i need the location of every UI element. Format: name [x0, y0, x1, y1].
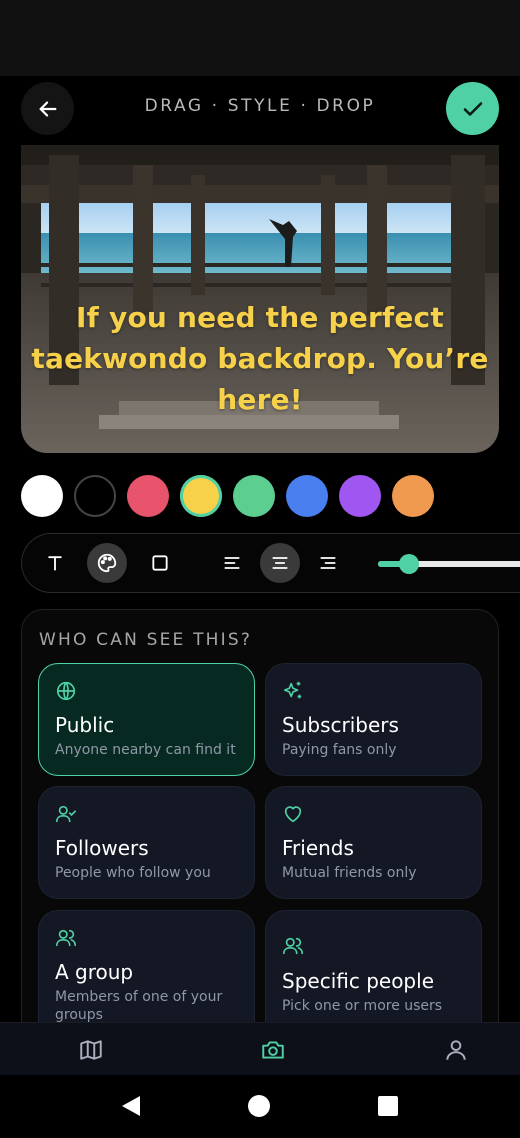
color-swatch-red[interactable] [127, 475, 169, 517]
recents-square-icon[interactable] [377, 1095, 399, 1117]
globe-icon [56, 681, 76, 701]
visibility-option-friends[interactable]: Friends Mutual friends only [265, 786, 482, 899]
align-center-button[interactable] [260, 543, 300, 583]
user-check-icon [56, 805, 76, 823]
back-triangle-icon[interactable] [119, 1094, 143, 1118]
option-subtitle: Paying fans only [282, 742, 397, 758]
heart-icon [284, 806, 302, 823]
check-icon [463, 101, 482, 116]
size-slider-thumb[interactable] [399, 554, 419, 574]
text-tool-button[interactable] [35, 543, 75, 583]
color-swatch-orange[interactable] [392, 475, 434, 517]
style-toolbar [21, 533, 520, 593]
square-icon [152, 555, 168, 571]
page-title: DRAG · STYLE · DROP [144, 96, 376, 116]
system-navigation [0, 1075, 520, 1138]
sparkles-icon [283, 681, 302, 699]
text-icon [48, 556, 62, 571]
align-right-icon [320, 557, 336, 569]
color-swatch-yellow[interactable] [180, 475, 222, 517]
option-title: Subscribers [282, 713, 399, 737]
visibility-option-followers[interactable]: Followers People who follow you [38, 786, 255, 899]
option-title: Friends [282, 836, 354, 860]
align-center-icon [272, 557, 288, 569]
background-tool-button[interactable] [140, 543, 180, 583]
align-right-button[interactable] [308, 543, 348, 583]
option-subtitle: Pick one or more users [282, 998, 443, 1014]
users-icon [56, 929, 76, 947]
camera-icon[interactable] [260, 1037, 286, 1063]
visibility-option-public[interactable]: Public Anyone nearby can find it [38, 663, 255, 776]
align-left-icon [224, 557, 240, 569]
option-title: A group [55, 960, 134, 984]
visibility-option-specific-people[interactable]: Specific people Pick one or more users [265, 910, 482, 1040]
status-bar [0, 0, 520, 76]
color-swatch-green[interactable] [233, 475, 275, 517]
confirm-button[interactable] [446, 82, 499, 135]
color-swatch-white[interactable] [21, 475, 63, 517]
option-subtitle: Anyone nearby can find it [55, 742, 236, 758]
color-swatch-blue[interactable] [286, 475, 328, 517]
option-title: Followers [55, 836, 149, 860]
bottom-nav [0, 1022, 520, 1075]
option-subtitle: Members of one of your groups [55, 989, 223, 1023]
visibility-option-group[interactable]: A group Members of one of your groups [38, 910, 255, 1040]
option-subtitle: People who follow you [55, 865, 211, 881]
visibility-panel: WHO CAN SEE THIS? Public Anyone nearby c… [21, 609, 499, 1049]
color-palette [21, 475, 434, 519]
visibility-title: WHO CAN SEE THIS? [39, 630, 253, 650]
color-swatch-purple[interactable] [339, 475, 381, 517]
option-subtitle: Mutual friends only [282, 865, 417, 881]
photo-caption[interactable]: If you need the perfect taekwondo backdr… [21, 297, 499, 420]
palette-icon [97, 553, 117, 573]
map-icon[interactable] [78, 1037, 104, 1063]
visibility-option-subscribers[interactable]: Subscribers Paying fans only [265, 663, 482, 776]
align-left-button[interactable] [212, 543, 252, 583]
user-icon[interactable] [443, 1037, 469, 1063]
option-title: Public [55, 713, 115, 737]
palette-tool-button[interactable] [87, 543, 127, 583]
users-icon [283, 937, 303, 955]
color-swatch-black[interactable] [74, 475, 116, 517]
photo-canvas[interactable]: If you need the perfect taekwondo backdr… [21, 145, 499, 453]
home-circle-icon[interactable] [247, 1094, 271, 1118]
option-title: Specific people [282, 969, 434, 993]
